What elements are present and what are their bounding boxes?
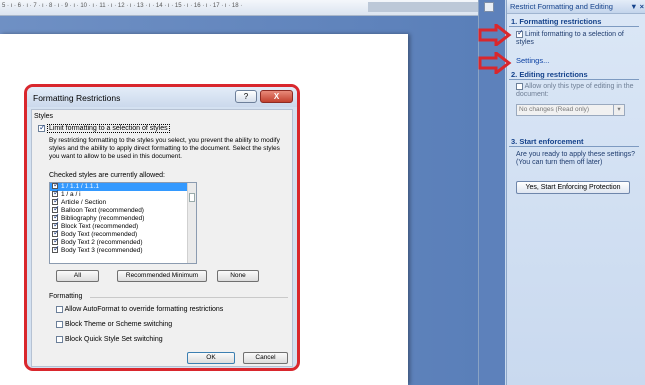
all-button[interactable]: All <box>56 270 99 282</box>
style-checkbox[interactable] <box>52 245 60 253</box>
checked-styles-label: Checked styles are currently allowed: <box>49 172 165 179</box>
formatting-group-label: Formatting <box>49 293 83 300</box>
formatting-divider <box>90 297 288 298</box>
ruler-ticks: 5 · ı · 6 · ı · 7 · ı · 8 · ı · 9 · ı · … <box>2 3 243 9</box>
styles-group-label: Styles <box>34 113 54 120</box>
style-name: 1 / a / i <box>61 191 81 198</box>
list-item[interactable]: Article / Section <box>50 197 196 207</box>
enforcement-text: Are you ready to apply these settings? (… <box>516 151 636 166</box>
style-name: Block Text (recommended) <box>61 223 139 230</box>
pane-limit-formatting-option[interactable]: Limit formatting to a selection of style… <box>516 29 641 47</box>
pane-controls[interactable]: ▼ × <box>630 0 644 13</box>
start-enforcement-heading: 3. Start enforcement <box>509 137 639 147</box>
block-quick-style-option[interactable]: Block Quick Style Set switching <box>56 336 163 343</box>
pane-title: Restrict Formatting and Editing <box>510 2 613 11</box>
allow-editing-checkbox[interactable] <box>516 83 523 90</box>
dialog-titlebar[interactable]: Formatting Restrictions ? X <box>27 87 297 107</box>
help-button[interactable]: ? <box>235 90 257 103</box>
styles-listbox[interactable]: 1 / 1.1 / 1.1.1 1 / a / i Article / Sect… <box>49 182 197 264</box>
list-item[interactable]: Bibliography (recommended) <box>50 213 196 223</box>
formatting-restrictions-dialog: Formatting Restrictions ? X Styles Limit… <box>24 84 300 371</box>
pane-limit-formatting-label: Limit formatting to a selection of style… <box>516 31 624 46</box>
restrict-formatting-pane: Restrict Formatting and Editing ▼ × 1. F… <box>506 0 645 385</box>
scrollbar-thumb[interactable] <box>189 193 195 202</box>
pane-icon <box>484 2 494 12</box>
limit-formatting-option[interactable]: Limit formatting to a selection of style… <box>38 123 170 133</box>
limit-formatting-label: Limit formatting to a selection of style… <box>46 124 170 133</box>
chevron-down-icon[interactable]: ▾ <box>613 104 625 116</box>
ok-button[interactable]: OK <box>187 352 235 364</box>
editing-type-dropdown[interactable]: No changes (Read only) ▾ <box>516 104 625 116</box>
formatting-restrictions-heading: 1. Formatting restrictions <box>509 17 639 27</box>
start-enforcing-button[interactable]: Yes, Start Enforcing Protection <box>516 181 630 194</box>
style-name: Bibliography (recommended) <box>61 215 145 222</box>
listbox-scrollbar[interactable] <box>187 183 196 263</box>
list-item[interactable]: 1 / 1.1 / 1.1.1 <box>50 183 196 191</box>
list-item[interactable]: Body Text 3 (recommended) <box>50 245 196 255</box>
style-name: Balloon Text (recommended) <box>61 207 144 214</box>
limit-formatting-checkbox[interactable] <box>38 123 46 132</box>
block-theme-option[interactable]: Block Theme or Scheme switching <box>56 321 172 328</box>
block-quick-style-checkbox[interactable] <box>56 336 63 343</box>
autoformat-label: Allow AutoFormat to override formatting … <box>64 306 224 313</box>
restriction-description: By restricting formatting to the styles … <box>49 137 280 160</box>
cancel-button[interactable]: Cancel <box>243 352 288 364</box>
list-item[interactable]: Block Text (recommended) <box>50 221 196 231</box>
ruler-margin <box>368 2 478 12</box>
style-name: Article / Section <box>61 199 107 206</box>
style-name: Body Text 3 (recommended) <box>61 247 143 254</box>
horizontal-ruler: 5 · ı · 6 · ı · 7 · ı · 8 · ı · 9 · ı · … <box>0 0 478 16</box>
dialog-title: Formatting Restrictions <box>33 93 121 103</box>
pane-limit-formatting-checkbox[interactable] <box>516 29 524 38</box>
style-name: 1 / 1.1 / 1.1.1 <box>61 183 99 190</box>
style-name: Body Text 2 (recommended) <box>61 239 143 246</box>
block-quick-style-label: Block Quick Style Set switching <box>64 336 163 343</box>
style-name: Body Text (recommended) <box>61 231 138 238</box>
list-item[interactable]: Body Text (recommended) <box>50 229 196 239</box>
list-item[interactable]: Balloon Text (recommended) <box>50 205 196 215</box>
pane-titlebar[interactable]: Restrict Formatting and Editing ▼ × <box>507 0 645 14</box>
recommended-minimum-button[interactable]: Recommended Minimum <box>117 270 207 282</box>
arrow-right-icon <box>478 52 512 74</box>
editing-restrictions-heading: 2. Editing restrictions <box>509 70 639 80</box>
none-button[interactable]: None <box>217 270 259 282</box>
dialog-body: Styles Limit formatting to a selection o… <box>31 109 293 367</box>
autoformat-checkbox[interactable] <box>56 306 63 313</box>
allow-editing-option[interactable]: Allow only this type of editing in the d… <box>516 83 644 99</box>
list-item[interactable]: Body Text 2 (recommended) <box>50 237 196 247</box>
list-item[interactable]: 1 / a / i <box>50 189 196 199</box>
settings-link[interactable]: Settings... <box>516 56 549 65</box>
editing-type-value: No changes (Read only) <box>519 106 590 113</box>
block-theme-label: Block Theme or Scheme switching <box>64 321 173 328</box>
block-theme-checkbox[interactable] <box>56 321 63 328</box>
autoformat-option[interactable]: Allow AutoFormat to override formatting … <box>56 306 223 313</box>
arrow-right-icon <box>478 24 512 46</box>
allow-editing-label: Allow only this type of editing in the d… <box>516 83 634 98</box>
close-button[interactable]: X <box>260 90 293 103</box>
